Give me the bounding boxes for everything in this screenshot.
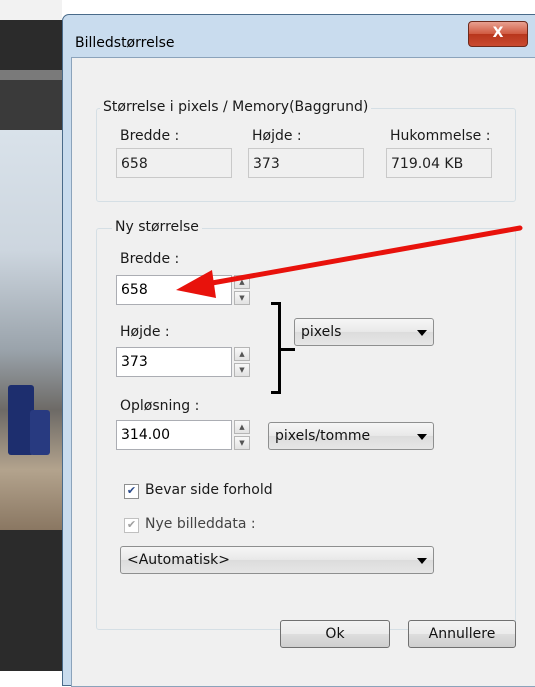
new-width-input[interactable]: 658 bbox=[116, 275, 232, 305]
resolution-label: Opløsning : bbox=[120, 398, 200, 414]
background-strip bbox=[0, 70, 62, 80]
spin-up-icon[interactable]: ▲ bbox=[234, 275, 250, 289]
spin-down-icon[interactable]: ▼ bbox=[234, 363, 250, 377]
current-height-label: Højde : bbox=[252, 128, 302, 144]
chevron-down-icon bbox=[417, 434, 427, 440]
current-width-label: Bredde : bbox=[120, 128, 180, 144]
background-photo bbox=[0, 130, 62, 530]
new-height-spinner[interactable]: ▲ ▼ bbox=[234, 347, 250, 377]
spin-up-icon[interactable]: ▲ bbox=[234, 420, 250, 434]
new-data-value: <Automatisk> bbox=[127, 552, 230, 568]
current-width-field: 658 bbox=[116, 148, 232, 178]
chevron-down-icon bbox=[417, 330, 427, 336]
current-height-field: 373 bbox=[248, 148, 364, 178]
resolution-input[interactable]: 314.00 bbox=[116, 420, 232, 450]
new-width-spinner[interactable]: ▲ ▼ bbox=[234, 275, 250, 305]
photo-chair bbox=[30, 410, 50, 455]
new-size-group-label: Ny størrelse bbox=[112, 219, 202, 235]
close-icon: X bbox=[492, 25, 504, 41]
new-data-checkbox[interactable]: ✔ bbox=[124, 518, 139, 533]
size-unit-select[interactable]: pixels bbox=[294, 318, 434, 346]
background-toolbar bbox=[0, 0, 62, 20]
close-button[interactable]: X bbox=[468, 21, 528, 47]
new-data-select[interactable]: <Automatisk> bbox=[120, 546, 434, 574]
new-height-label: Højde : bbox=[120, 324, 170, 340]
background-panel-lower bbox=[0, 530, 62, 671]
keep-ratio-checkbox[interactable]: ✔ bbox=[124, 484, 139, 499]
resolution-unit-select[interactable]: pixels/tomme bbox=[268, 422, 434, 450]
new-data-label[interactable]: Nye billeddata : bbox=[145, 516, 256, 532]
aspect-link-bracket-tick bbox=[281, 348, 295, 351]
memory-field: 719.04 KB bbox=[386, 148, 492, 178]
new-height-input[interactable]: 373 bbox=[116, 347, 232, 377]
background-panel bbox=[0, 20, 62, 70]
cancel-button[interactable]: Annullere bbox=[408, 620, 516, 648]
aspect-link-bracket bbox=[271, 302, 281, 394]
resolution-unit-value: pixels/tomme bbox=[275, 428, 371, 444]
dialog-content: Størrelse i pixels / Memory(Baggrund) Br… bbox=[71, 57, 535, 687]
chevron-down-icon bbox=[417, 558, 427, 564]
memory-label: Hukommelse : bbox=[390, 128, 491, 144]
current-size-group-label: Størrelse i pixels / Memory(Baggrund) bbox=[100, 99, 372, 115]
dialog-title: Billedstørrelse bbox=[75, 35, 175, 51]
ok-button[interactable]: Ok bbox=[280, 620, 390, 648]
spin-down-icon[interactable]: ▼ bbox=[234, 436, 250, 450]
background-app bbox=[0, 0, 62, 671]
keep-ratio-label[interactable]: Bevar side forhold bbox=[145, 482, 273, 498]
size-unit-value: pixels bbox=[301, 324, 342, 340]
new-width-label: Bredde : bbox=[120, 251, 180, 267]
spin-down-icon[interactable]: ▼ bbox=[234, 291, 250, 305]
resolution-spinner[interactable]: ▲ ▼ bbox=[234, 420, 250, 450]
spin-up-icon[interactable]: ▲ bbox=[234, 347, 250, 361]
title-bar[interactable]: Billedstørrelse X bbox=[63, 15, 535, 57]
image-size-dialog: Billedstørrelse X Størrelse i pixels / M… bbox=[62, 14, 535, 687]
